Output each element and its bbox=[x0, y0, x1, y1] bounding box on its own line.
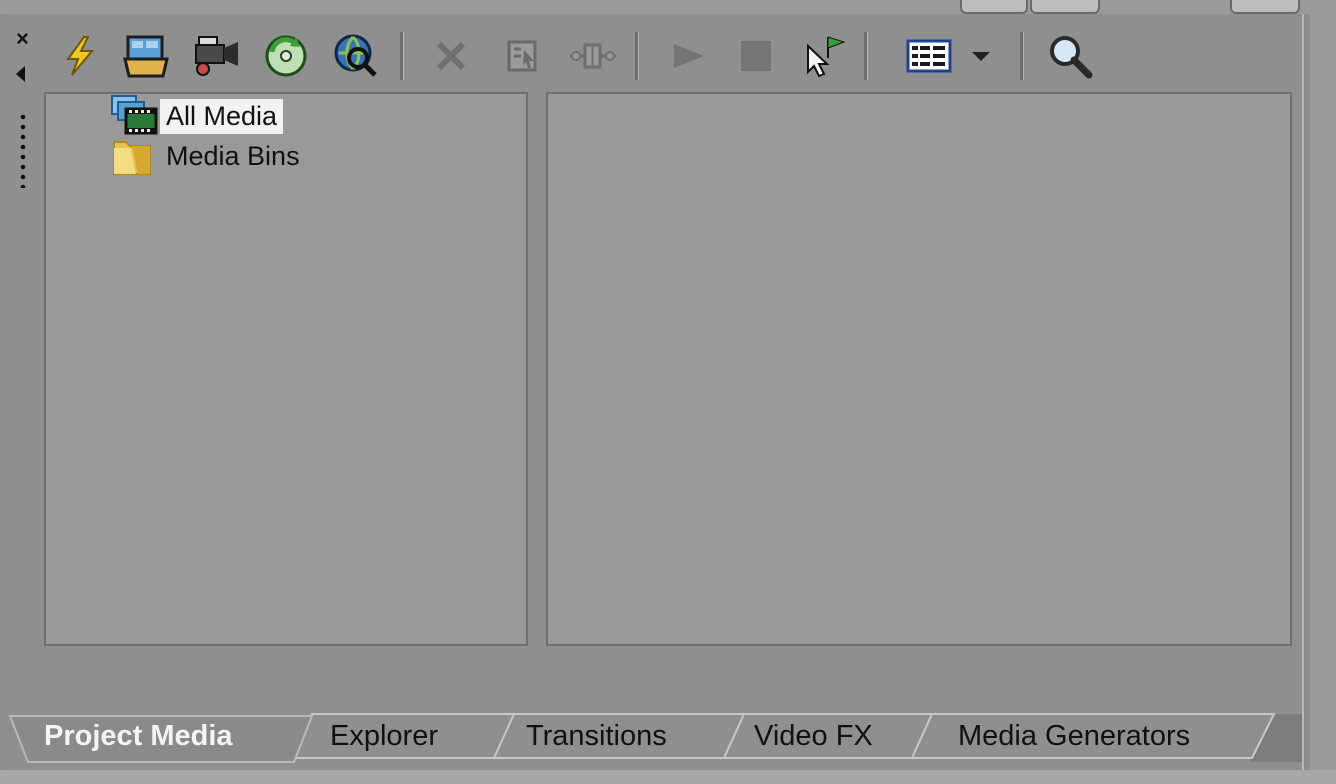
media-properties-icon[interactable] bbox=[567, 30, 619, 82]
views-dropdown-icon[interactable] bbox=[966, 30, 996, 82]
top-strip-button bbox=[960, 0, 1028, 14]
tree-item-label: Media Bins bbox=[166, 140, 300, 171]
media-tree-pane: All Media Media Bins bbox=[44, 92, 528, 646]
tree-item-media-bins[interactable]: Media Bins bbox=[110, 138, 306, 175]
media-fx-icon[interactable] bbox=[497, 30, 549, 82]
toolbar-separator bbox=[1020, 32, 1024, 80]
tab-media-generators[interactable]: Media Generators bbox=[958, 720, 1190, 753]
window-bottom-edge bbox=[0, 770, 1336, 784]
capture-video-icon[interactable] bbox=[190, 30, 242, 82]
panel-tab-bar: Project Media Explorer Transitions Video… bbox=[6, 712, 1302, 764]
auto-preview-icon[interactable] bbox=[798, 30, 850, 82]
lightning-icon[interactable] bbox=[54, 30, 106, 82]
media-toolbar bbox=[50, 26, 1150, 86]
top-strip-button bbox=[1030, 0, 1100, 14]
toolbar-separator bbox=[864, 32, 868, 80]
search-icon[interactable] bbox=[1044, 30, 1096, 82]
remove-icon[interactable] bbox=[425, 30, 477, 82]
views-icon[interactable] bbox=[903, 30, 955, 82]
top-strip-button bbox=[1230, 0, 1300, 14]
all-media-icon bbox=[111, 95, 158, 135]
media-content-pane bbox=[546, 92, 1292, 646]
tree-item-label: All Media bbox=[160, 98, 284, 134]
stop-icon[interactable] bbox=[730, 30, 782, 82]
get-media-from-cd-icon[interactable] bbox=[260, 30, 312, 82]
tab-video-fx[interactable]: Video FX bbox=[754, 720, 873, 753]
folder-icon bbox=[113, 141, 151, 175]
close-panel-icon[interactable]: × bbox=[16, 28, 29, 50]
window-right-edge bbox=[1310, 0, 1336, 784]
toolbar-separator bbox=[400, 32, 404, 80]
import-media-icon[interactable] bbox=[120, 30, 172, 82]
top-window-strip bbox=[0, 0, 1336, 14]
drag-grip-handle[interactable] bbox=[18, 112, 28, 188]
get-media-from-web-icon[interactable] bbox=[330, 30, 382, 82]
tab-explorer[interactable]: Explorer bbox=[330, 720, 438, 753]
tree-item-all-media[interactable]: All Media bbox=[110, 95, 284, 135]
tab-transitions[interactable]: Transitions bbox=[526, 720, 667, 753]
docking-gutter: × bbox=[6, 28, 36, 198]
tab-project-media[interactable]: Project Media bbox=[44, 720, 233, 753]
play-icon[interactable] bbox=[662, 30, 714, 82]
collapse-arrow-icon[interactable] bbox=[16, 66, 25, 82]
toolbar-separator bbox=[635, 32, 639, 80]
